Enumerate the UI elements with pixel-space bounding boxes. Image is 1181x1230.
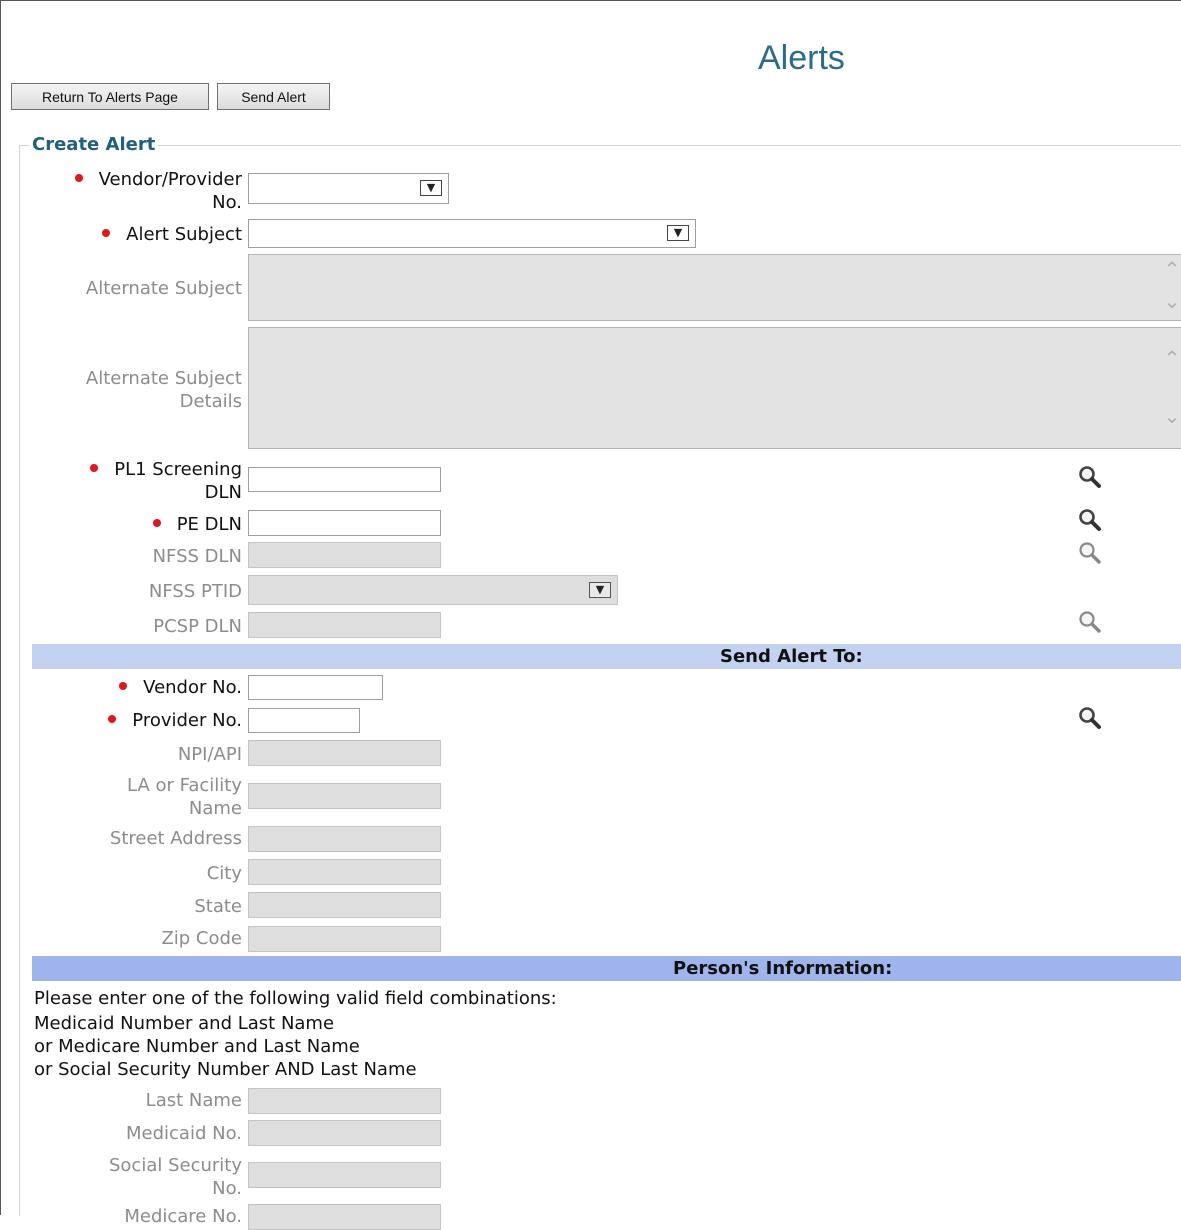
required-indicator <box>90 464 99 472</box>
send-alert-button[interactable]: Send Alert <box>217 83 330 110</box>
city-input[interactable] <box>248 859 441 885</box>
send-alert-to-header: Send Alert To: <box>32 644 1181 669</box>
medicaid-no-input[interactable] <box>248 1120 441 1146</box>
fieldset-border-left <box>19 145 20 1216</box>
nfss-dln-input[interactable] <box>248 542 441 568</box>
pl1-screening-dln-input[interactable] <box>248 467 441 492</box>
medicare-no-input[interactable] <box>248 1204 441 1230</box>
street-address-input[interactable] <box>248 826 441 852</box>
medicare-no-label: Medicare No. <box>124 1206 242 1227</box>
nfss-dln-label: NFSS DLN <box>152 546 242 567</box>
state-input[interactable] <box>248 892 441 918</box>
alert-subject-select[interactable]: ▼ <box>248 219 696 248</box>
pcsp-dln-input[interactable] <box>248 612 441 638</box>
vendor-provider-no-select[interactable]: ▼ <box>248 173 449 204</box>
nfss-ptid-select[interactable]: ▼ <box>248 575 618 605</box>
return-to-alerts-button[interactable]: Return To Alerts Page <box>11 83 209 110</box>
pl1-screening-dln-label: PL1 Screening DLN <box>90 458 242 504</box>
street-address-label: Street Address <box>109 828 242 849</box>
page-title: Alerts <box>758 39 845 77</box>
social-security-no-input[interactable] <box>248 1162 441 1188</box>
vendor-provider-no-label: Vendor/Provider No. <box>74 168 242 214</box>
scroll-down-icon[interactable]: ⌄ <box>1163 404 1181 428</box>
magnifier-icon[interactable] <box>1077 507 1103 533</box>
instructions-line-3: or Medicare Number and Last Name <box>34 1036 360 1057</box>
npi-api-input[interactable] <box>248 740 441 766</box>
chevron-down-icon: ▼ <box>667 225 689 241</box>
scroll-up-icon[interactable]: ⌃ <box>1163 257 1181 281</box>
instructions-line-1: Please enter one of the following valid … <box>34 988 557 1009</box>
state-label: State <box>194 896 242 917</box>
city-label: City <box>206 863 242 884</box>
create-alert-legend: Create Alert <box>29 134 159 155</box>
medicaid-no-label: Medicaid No. <box>126 1123 242 1144</box>
npi-api-label: NPI/API <box>177 744 242 765</box>
vendor-no-label: Vendor No. <box>119 676 242 699</box>
required-indicator <box>119 682 128 690</box>
chevron-down-icon: ▼ <box>420 180 442 196</box>
persons-information-header: Person's Information: <box>32 956 1181 981</box>
required-indicator <box>74 174 83 182</box>
magnifier-icon[interactable] <box>1077 705 1103 731</box>
fieldset-border-top <box>19 145 1181 146</box>
required-indicator <box>152 519 161 527</box>
alternate-subject-details-textarea[interactable]: ⌃ ⌄ <box>248 327 1181 449</box>
la-facility-name-input[interactable] <box>248 783 441 809</box>
vendor-no-input[interactable] <box>248 675 383 700</box>
provider-no-input[interactable] <box>248 708 360 733</box>
alert-subject-label: Alert Subject <box>102 223 242 246</box>
scroll-up-icon[interactable]: ⌃ <box>1163 346 1181 370</box>
pe-dln-label: PE DLN <box>152 513 242 536</box>
la-facility-name-label: LA or Facility Name <box>127 775 242 819</box>
pcsp-dln-label: PCSP DLN <box>153 616 242 637</box>
provider-no-label: Provider No. <box>108 709 242 732</box>
last-name-input[interactable] <box>248 1088 441 1114</box>
pe-dln-input[interactable] <box>248 510 441 536</box>
last-name-label: Last Name <box>145 1090 242 1111</box>
scroll-down-icon[interactable]: ⌄ <box>1163 289 1181 313</box>
alternate-subject-label: Alternate Subject <box>85 278 242 299</box>
required-indicator <box>108 715 117 723</box>
nfss-ptid-label: NFSS PTID <box>148 581 242 602</box>
instructions-line-2: Medicaid Number and Last Name <box>34 1013 335 1034</box>
social-security-no-label: Social Security No. <box>108 1155 242 1199</box>
magnifier-icon[interactable] <box>1077 464 1103 490</box>
magnifier-icon[interactable] <box>1077 540 1103 566</box>
zip-code-input[interactable] <box>248 926 441 952</box>
required-indicator <box>102 229 111 237</box>
alternate-subject-textarea[interactable]: ⌃ ⌄ <box>248 254 1181 321</box>
alternate-subject-details-label: Alternate Subject Details <box>85 368 242 412</box>
zip-code-label: Zip Code <box>161 928 242 949</box>
magnifier-icon[interactable] <box>1077 609 1103 635</box>
instructions-line-4: or Social Security Number AND Last Name <box>34 1059 417 1080</box>
chevron-down-icon: ▼ <box>589 582 611 598</box>
